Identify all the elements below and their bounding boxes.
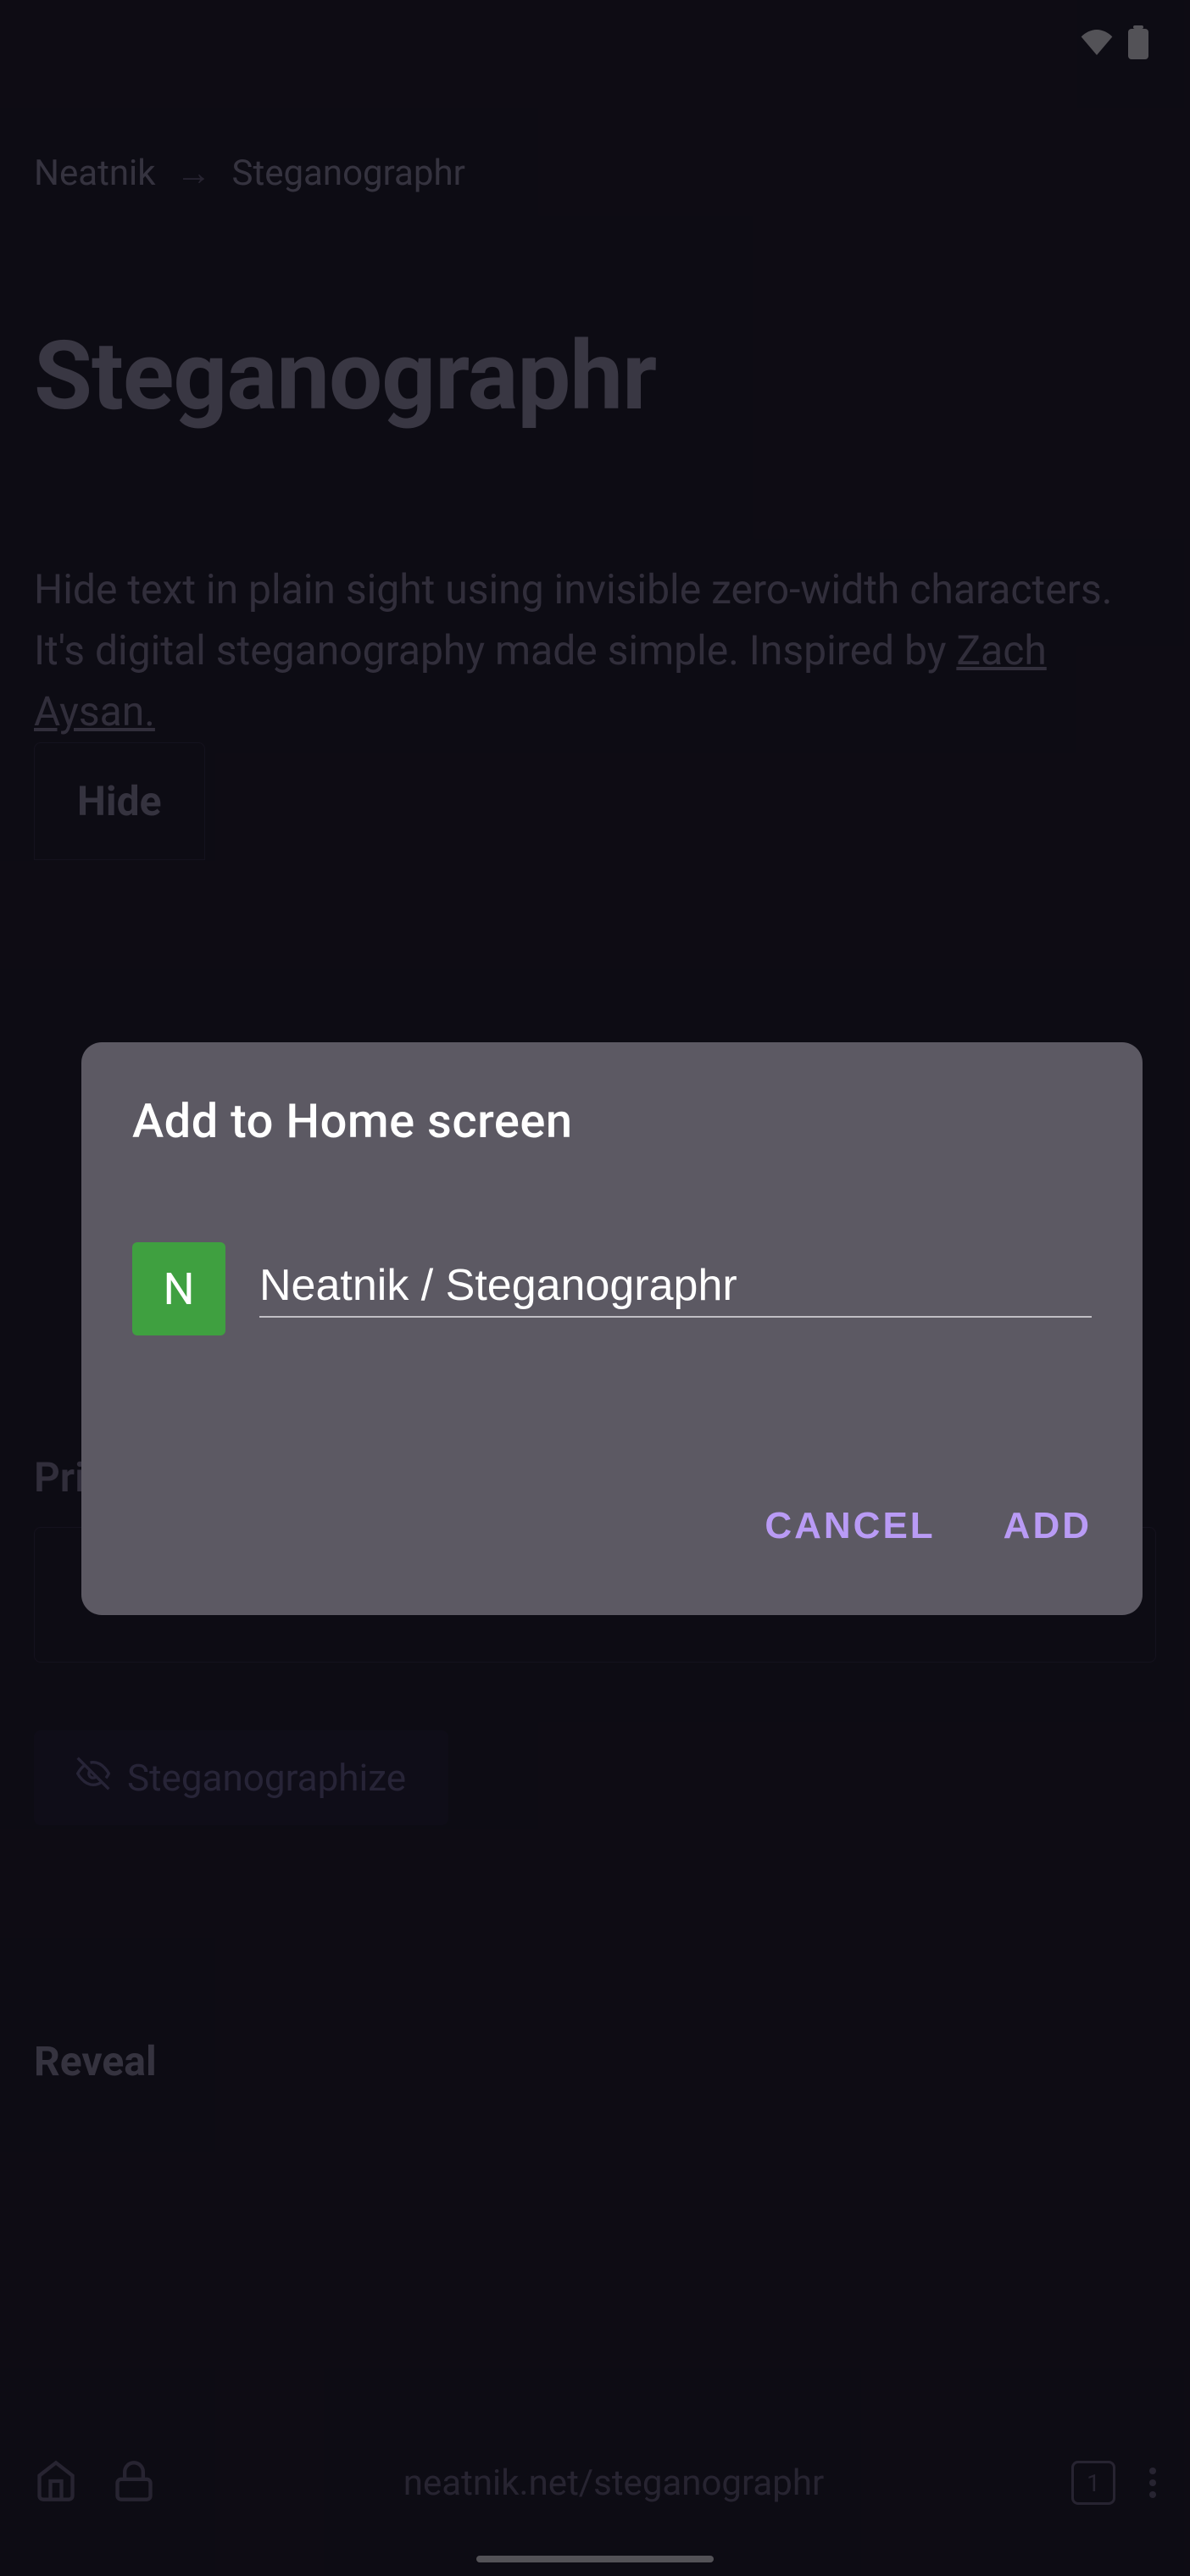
shortcut-name-field[interactable] xyxy=(259,1260,1092,1318)
shortcut-name-input[interactable] xyxy=(259,1260,1092,1311)
favicon-letter: N xyxy=(163,1263,194,1315)
add-to-home-dialog: Add to Home screen N CANCEL ADD xyxy=(81,1042,1143,1615)
site-favicon: N xyxy=(132,1242,225,1335)
add-button[interactable]: ADD xyxy=(1004,1505,1092,1547)
cancel-button[interactable]: CANCEL xyxy=(765,1505,935,1547)
dialog-title: Add to Home screen xyxy=(132,1093,1092,1149)
